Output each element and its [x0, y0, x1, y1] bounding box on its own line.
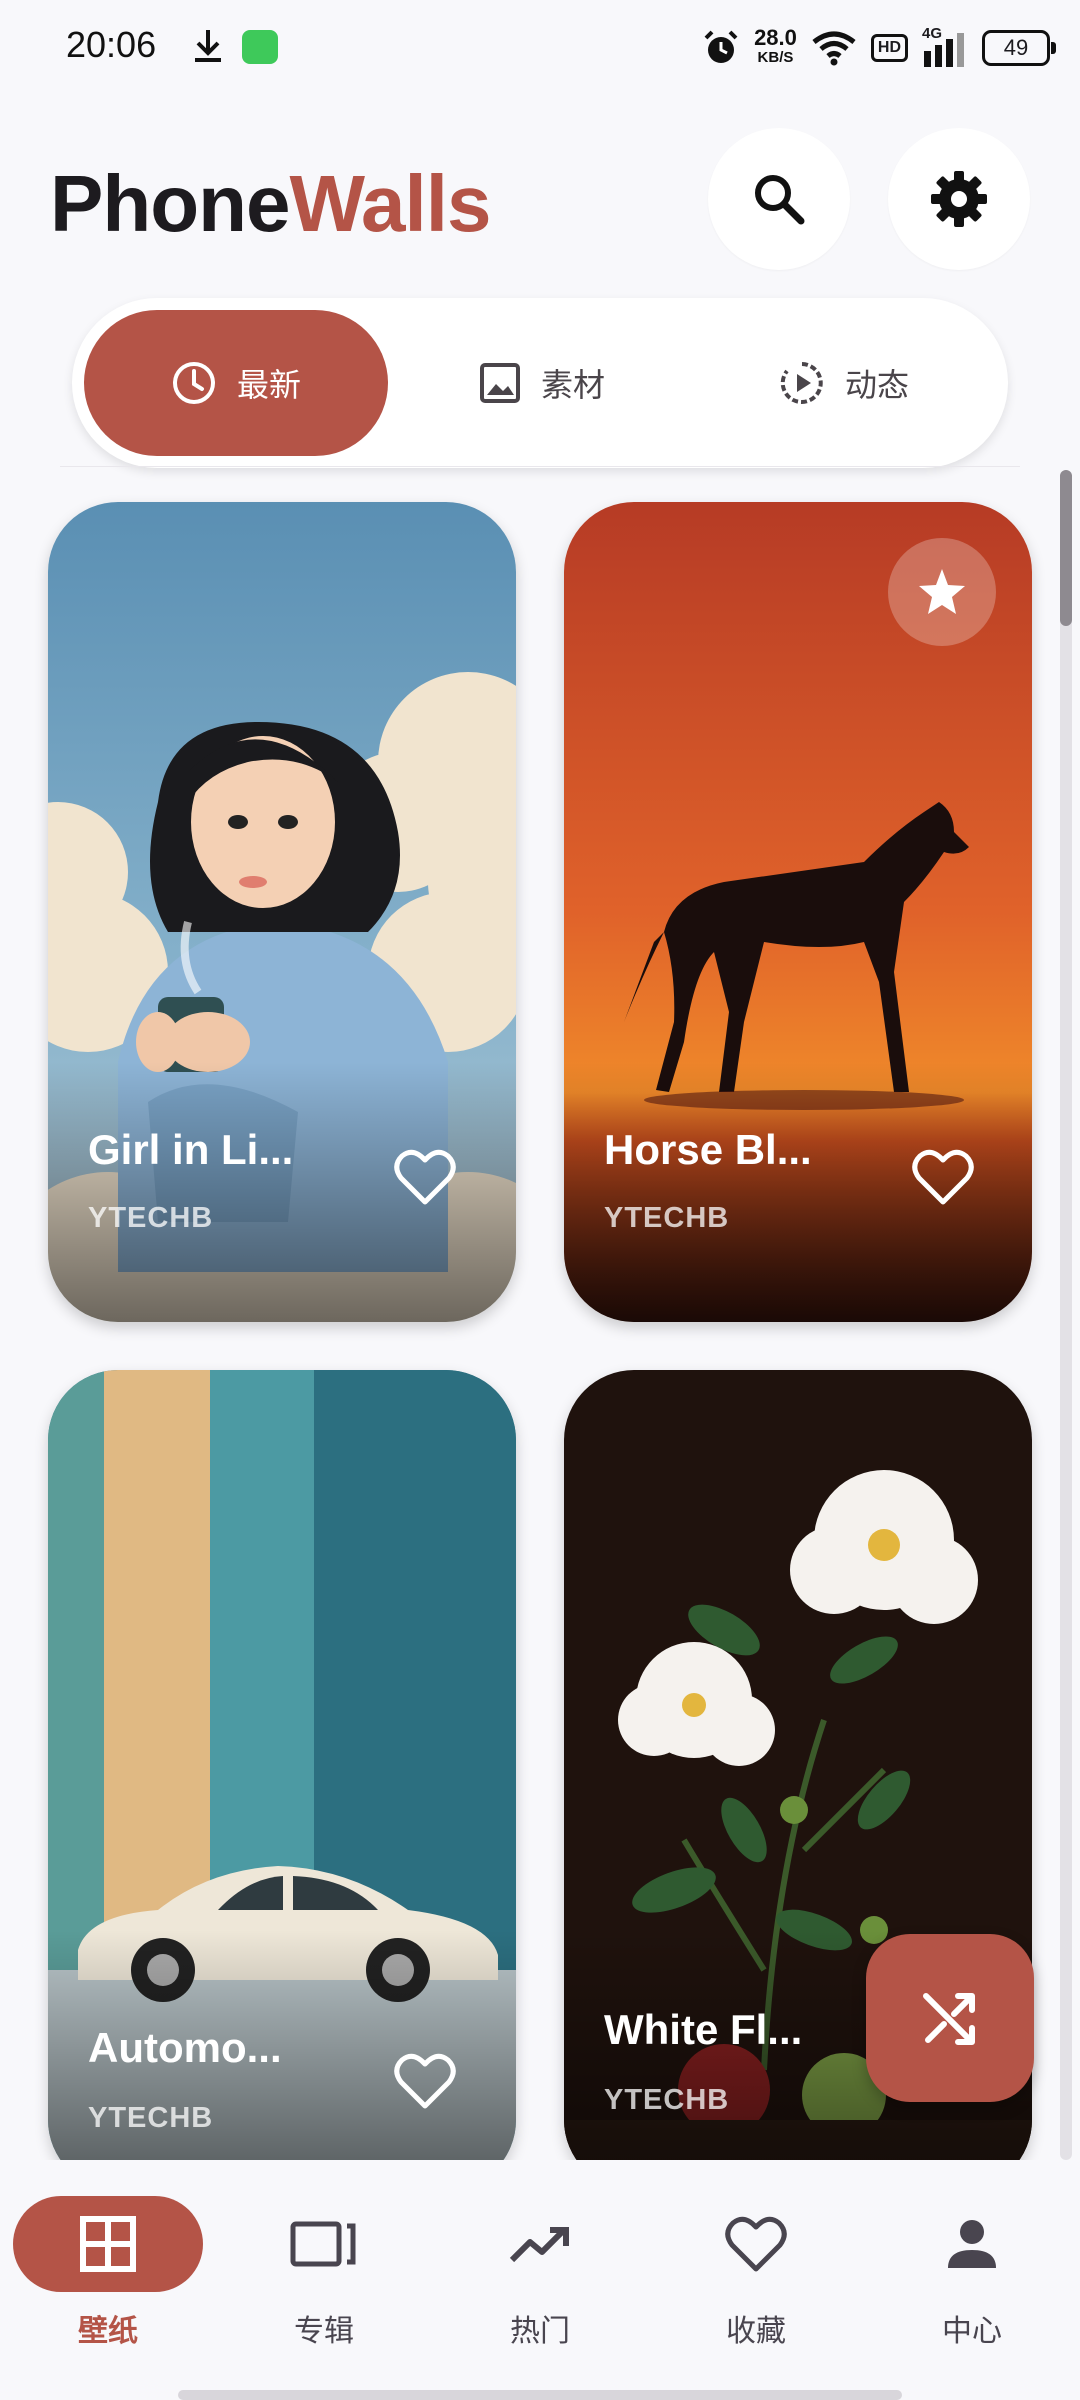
tabs-divider [60, 466, 1020, 467]
scrollbar-thumb[interactable] [1060, 470, 1072, 626]
tab-label: 最新 [236, 366, 301, 404]
tab-label: 动态 [844, 366, 909, 404]
person-icon [948, 2220, 996, 2268]
play-circle-icon [780, 362, 823, 404]
network-type: 4G [922, 25, 943, 42]
featured-badge [888, 538, 996, 646]
grid-icon [80, 2216, 136, 2272]
status-bar: 20:06 28.0 KB/S HD 4G 49 [0, 0, 1080, 96]
message-app-icon [242, 30, 278, 64]
heart-icon [725, 2216, 787, 2272]
nav-item-favorites[interactable]: 收藏 [648, 2196, 864, 2350]
card-title: Girl in Li... [88, 1126, 294, 1173]
wallpaper-card[interactable]: Automo... YTECHB [48, 1370, 516, 2190]
heart-icon[interactable] [394, 2052, 456, 2110]
battery-indicator: 49 [982, 30, 1056, 66]
tab-live[interactable]: 动态 [692, 310, 996, 456]
gesture-bar[interactable] [178, 2390, 902, 2400]
nav-indicator [229, 2196, 419, 2292]
star-icon [919, 569, 965, 614]
gear-icon [931, 171, 987, 227]
tab-materials[interactable]: 素材 [390, 310, 694, 456]
settings-button[interactable] [888, 128, 1030, 270]
nav-indicator [13, 2196, 203, 2292]
bottom-navigation: 壁纸 专辑 热门 收藏 中心 [0, 2160, 1080, 2400]
card-title: White Fl... [604, 2006, 803, 2053]
alarm-icon [704, 30, 738, 63]
nav-indicator [661, 2196, 851, 2292]
nav-label: 中心 [942, 2314, 1002, 2349]
hd-badge: HD [870, 34, 908, 62]
download-icon [195, 30, 221, 62]
wifi-icon [812, 31, 856, 66]
brand-part2: Walls [289, 159, 491, 248]
card-title: Horse Bl... [604, 1126, 812, 1173]
album-icon [290, 2221, 356, 2267]
nav-indicator [445, 2196, 635, 2292]
tab-label: 素材 [540, 366, 605, 404]
nav-label: 收藏 [726, 2314, 786, 2349]
status-time: 20:06 [66, 24, 157, 65]
heart-icon[interactable] [912, 1148, 974, 1206]
search-button[interactable] [708, 128, 850, 270]
category-tabs: 最新 素材 动态 [72, 298, 1008, 468]
nav-item-trending[interactable]: 热门 [432, 2196, 648, 2350]
nav-item-wallpapers[interactable]: 壁纸 [0, 2196, 216, 2350]
search-icon [755, 175, 805, 225]
card-author: YTECHB [88, 2102, 214, 2134]
nav-label: 热门 [510, 2314, 570, 2349]
card-title: Automo... [88, 2024, 282, 2071]
card-author: YTECHB [88, 1202, 214, 1234]
status-right: 28.0 KB/S HD 4G 49 [702, 24, 1056, 72]
nav-indicator [877, 2196, 1067, 2292]
nav-label: 壁纸 [78, 2314, 138, 2349]
nav-item-profile[interactable]: 中心 [864, 2196, 1080, 2350]
shuffle-button[interactable] [866, 1934, 1034, 2102]
signal-icon: 4G [922, 25, 968, 67]
shuffle-icon [923, 1993, 975, 2045]
net-speed-unit: KB/S [757, 49, 794, 66]
app-logo: PhoneWalls [50, 158, 491, 250]
trending-icon [509, 2227, 569, 2263]
card-author: YTECHB [604, 1202, 730, 1234]
image-icon [479, 363, 520, 403]
scrollbar-track[interactable] [1060, 470, 1072, 2160]
wallpaper-card[interactable]: Girl in Li... YTECHB [48, 502, 516, 1322]
card-author: YTECHB [604, 2084, 730, 2116]
net-speed-value: 28.0 [754, 25, 797, 50]
nav-label: 专辑 [294, 2314, 354, 2349]
net-speed: 28.0 KB/S [754, 25, 797, 68]
heart-icon[interactable] [394, 1148, 456, 1206]
wallpaper-card[interactable]: Horse Bl... YTECHB [564, 502, 1032, 1322]
clock-icon [172, 362, 215, 404]
nav-item-albums[interactable]: 专辑 [216, 2196, 432, 2350]
brand-part1: Phone [50, 159, 290, 248]
tab-latest[interactable]: 最新 [84, 310, 388, 456]
